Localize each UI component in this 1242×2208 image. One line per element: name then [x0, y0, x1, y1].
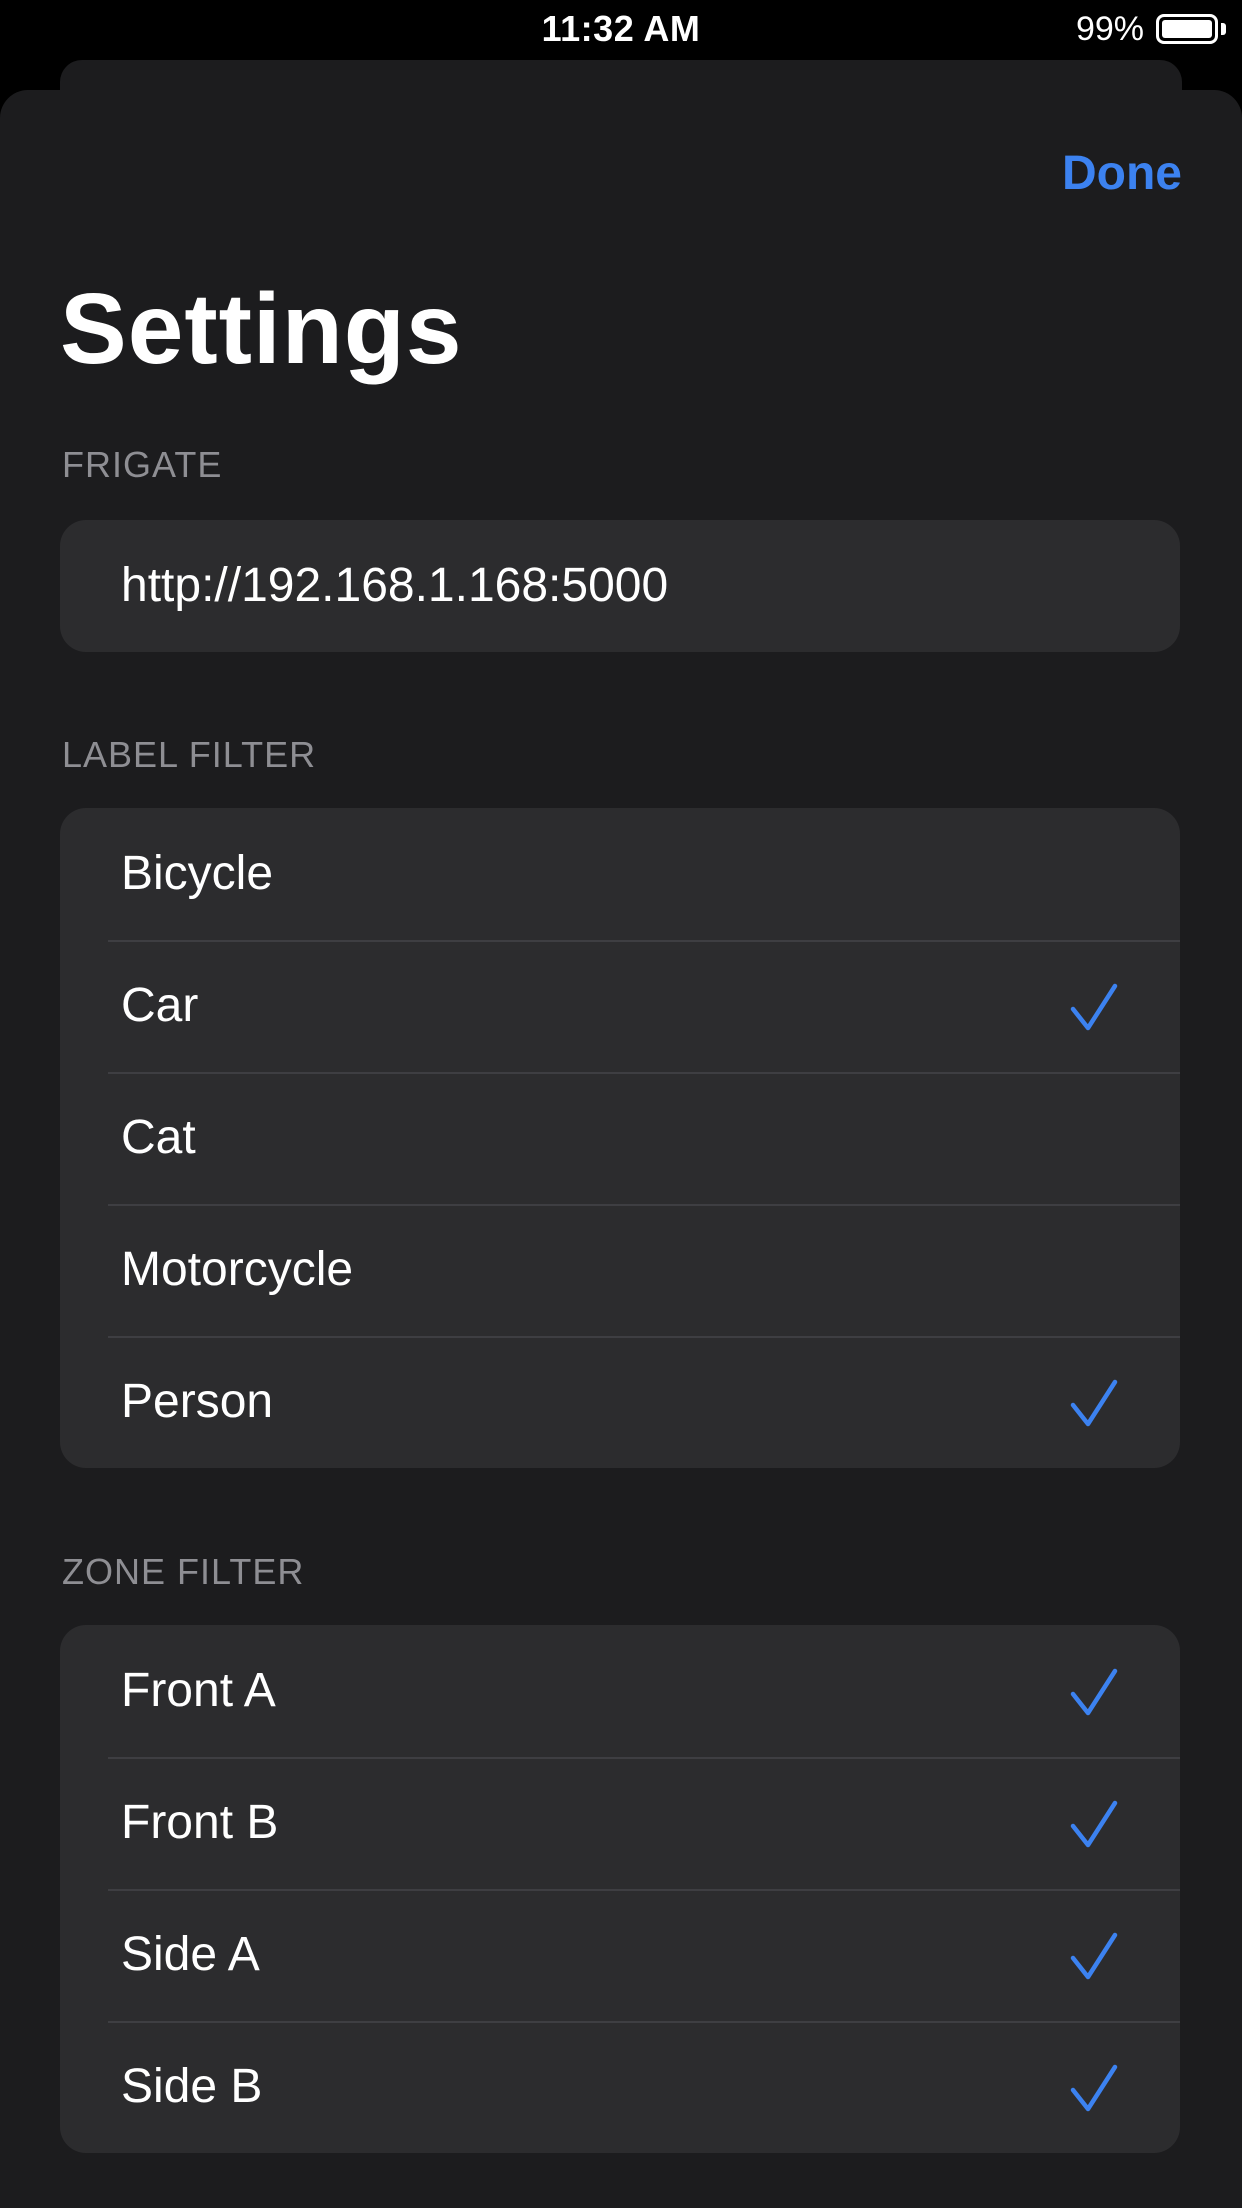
section-header-label-filter: LABEL FILTER	[62, 734, 317, 775]
section-header-zone-filter: ZONE FILTER	[62, 1551, 305, 1592]
checkmark-icon	[1070, 1379, 1118, 1427]
checkmark-icon	[1070, 983, 1118, 1031]
frigate-url-value[interactable]: http://192.168.1.168:5000	[121, 520, 668, 652]
filter-row-label: Bicycle	[121, 847, 274, 900]
battery-tip	[1221, 23, 1226, 35]
checkmark-icon	[1070, 1668, 1118, 1716]
filter-row-front-a[interactable]: Front A	[60, 1625, 1180, 1757]
battery-percent: 99%	[1075, 10, 1144, 48]
checkmark-icon	[1070, 1932, 1118, 1980]
filter-row-side-a[interactable]: Side A	[60, 1889, 1180, 2021]
filter-row-bicycle[interactable]: Bicycle	[60, 808, 1180, 940]
page-title: Settings	[60, 273, 463, 385]
filter-row-motorcycle[interactable]: Motorcycle	[60, 1204, 1180, 1336]
checkmark-icon	[1070, 1800, 1118, 1848]
filter-row-label: Front A	[121, 1664, 276, 1717]
status-bar: 11:32 AM 99%	[0, 0, 1242, 60]
filter-row-label: Motorcycle	[121, 1243, 354, 1296]
filter-row-person[interactable]: Person	[60, 1336, 1180, 1468]
filter-row-car[interactable]: Car	[60, 940, 1180, 1072]
filter-row-front-b[interactable]: Front B	[60, 1757, 1180, 1889]
done-button[interactable]: Done	[1062, 146, 1182, 201]
filter-row-label: Cat	[121, 1111, 196, 1164]
filter-row-label: Car	[121, 979, 199, 1032]
label-filter-list: Bicycle Car Cat Motorcycle Person	[60, 808, 1180, 1468]
filter-row-side-b[interactable]: Side B	[60, 2021, 1180, 2153]
battery-icon	[1156, 14, 1218, 44]
frigate-url-group: http://192.168.1.168:5000	[60, 520, 1180, 652]
filter-row-label: Side B	[121, 2060, 263, 2113]
status-time: 11:32 AM	[541, 8, 701, 49]
frigate-url-field[interactable]: http://192.168.1.168:5000	[60, 520, 1180, 652]
filter-row-label: Side A	[121, 1928, 260, 1981]
filter-row-label: Front B	[121, 1796, 279, 1849]
zone-filter-list: Front A Front B Side A Side B	[60, 1625, 1180, 2153]
settings-sheet: Done Settings FRIGATE http://192.168.1.1…	[0, 90, 1242, 2208]
checkmark-icon	[1070, 2064, 1118, 2112]
section-header-frigate: FRIGATE	[62, 444, 223, 485]
filter-row-cat[interactable]: Cat	[60, 1072, 1180, 1204]
battery-level-fill	[1162, 20, 1212, 38]
filter-row-label: Person	[121, 1375, 274, 1428]
